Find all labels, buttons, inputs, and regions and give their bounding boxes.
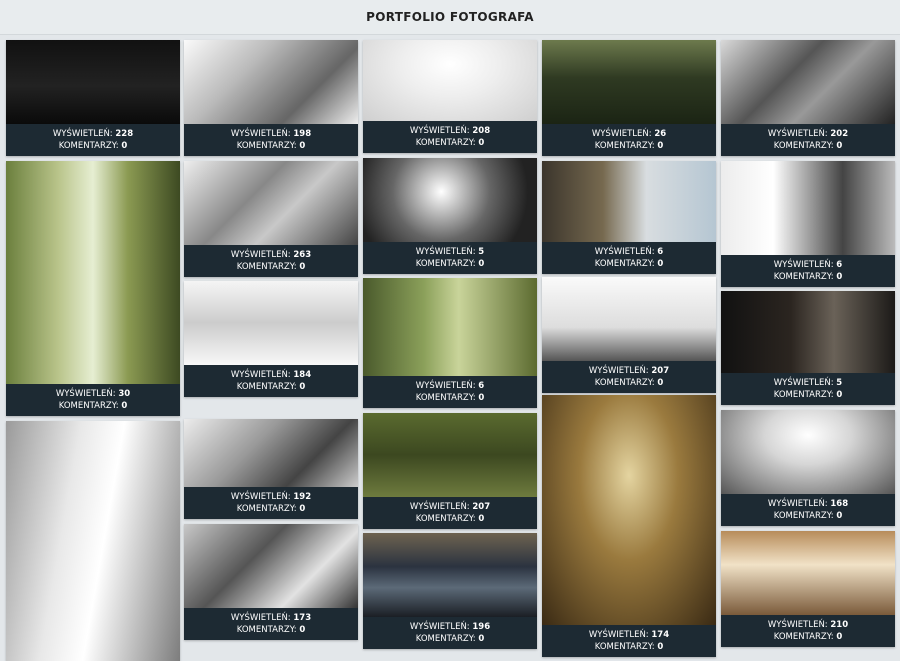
photo-stats: WYŚWIETLEŃ: 6 KOMENTARZY: 0: [721, 255, 895, 287]
photo-tile[interactable]: WYŚWIETLEŃ: 192 KOMENTARZY: 0: [184, 419, 358, 519]
photo-tile[interactable]: WYŚWIETLEŃ: 6 KOMENTARZY: 0: [363, 278, 537, 408]
photo-stats: WYŚWIETLEŃ: 198 KOMENTARZY: 0: [184, 124, 358, 156]
photo-stats: WYŚWIETLEŃ: 26 KOMENTARZY: 0: [542, 124, 716, 156]
photo-image: [363, 533, 537, 617]
photo-image: [184, 40, 358, 124]
photo-image: [363, 413, 537, 497]
photo-stats: WYŚWIETLEŃ: 207 KOMENTARZY: 0: [363, 497, 537, 529]
photo-stats: WYŚWIETLEŃ: 210 KOMENTARZY: 0: [721, 615, 895, 647]
photo-tile[interactable]: WYŚWIETLEŃ: 228 KOMENTARZY: 0: [6, 40, 180, 156]
photo-stats: WYŚWIETLEŃ: 6 KOMENTARZY: 0: [542, 242, 716, 274]
photo-tile[interactable]: WYŚWIETLEŃ: 5 KOMENTARZY: 0: [363, 158, 537, 274]
photo-image: [6, 40, 180, 124]
photo-image: [363, 158, 537, 242]
photo-tile[interactable]: WYŚWIETLEŃ: 210 KOMENTARZY: 0: [721, 531, 895, 647]
photo-image: [542, 395, 716, 625]
photo-stats: WYŚWIETLEŃ: 5 KOMENTARZY: 0: [721, 373, 895, 405]
photo-stats: WYŚWIETLEŃ: 174 KOMENTARZY: 0: [542, 625, 716, 657]
photo-stats: WYŚWIETLEŃ: 184 KOMENTARZY: 0: [184, 365, 358, 397]
photo-tile[interactable]: WYŚWIETLEŃ: 196 KOMENTARZY: 0: [363, 533, 537, 649]
photo-image: [542, 40, 716, 124]
photo-image: [184, 419, 358, 487]
photo-tile[interactable]: WYŚWIETLEŃ: 174 KOMENTARZY: 0: [542, 395, 716, 657]
photo-stats: WYŚWIETLEŃ: 173 KOMENTARZY: 0: [184, 608, 358, 640]
photo-stats: WYŚWIETLEŃ: 168 KOMENTARZY: 0: [721, 494, 895, 526]
photo-tile[interactable]: WYŚWIETLEŃ: 26 KOMENTARZY: 0: [542, 40, 716, 156]
photo-tile[interactable]: WYŚWIETLEŃ: 30 KOMENTARZY: 0: [6, 161, 180, 416]
photo-image: [184, 161, 358, 245]
portfolio-grid: WYŚWIETLEŃ: 228 KOMENTARZY: 0 WYŚWIETLEŃ…: [0, 0, 900, 661]
photo-tile[interactable]: WYŚWIETLEŃ: 208 KOMENTARZY: 0: [363, 40, 537, 153]
photo-image: [6, 161, 180, 384]
photo-tile[interactable]: WYŚWIETLEŃ: 202 KOMENTARZY: 0: [721, 40, 895, 156]
photo-stats: WYŚWIETLEŃ: 30 KOMENTARZY: 0: [6, 384, 180, 416]
photo-image: [721, 410, 895, 494]
photo-image: [542, 161, 716, 242]
photo-tile[interactable]: WYŚWIETLEŃ: 6 KOMENTARZY: 0: [721, 161, 895, 287]
photo-tile[interactable]: [6, 421, 180, 661]
photo-image: [6, 421, 180, 661]
photo-stats: WYŚWIETLEŃ: 6 KOMENTARZY: 0: [363, 376, 537, 408]
photo-stats: WYŚWIETLEŃ: 263 KOMENTARZY: 0: [184, 245, 358, 277]
photo-image: [542, 277, 716, 361]
photo-tile[interactable]: WYŚWIETLEŃ: 168 KOMENTARZY: 0: [721, 410, 895, 526]
photo-image: [363, 40, 537, 121]
photo-tile[interactable]: WYŚWIETLEŃ: 207 KOMENTARZY: 0: [542, 277, 716, 393]
photo-stats: WYŚWIETLEŃ: 202 KOMENTARZY: 0: [721, 124, 895, 156]
photo-stats: WYŚWIETLEŃ: 5 KOMENTARZY: 0: [363, 242, 537, 274]
photo-image: [184, 524, 358, 608]
photo-image: [721, 40, 895, 124]
photo-image: [363, 278, 537, 376]
photo-image: [721, 531, 895, 615]
photo-stats: WYŚWIETLEŃ: 228 KOMENTARZY: 0: [6, 124, 180, 156]
photo-image: [721, 161, 895, 255]
photo-tile[interactable]: WYŚWIETLEŃ: 198 KOMENTARZY: 0: [184, 40, 358, 156]
photo-stats: WYŚWIETLEŃ: 196 KOMENTARZY: 0: [363, 617, 537, 649]
photo-stats: WYŚWIETLEŃ: 192 KOMENTARZY: 0: [184, 487, 358, 519]
photo-tile[interactable]: WYŚWIETLEŃ: 263 KOMENTARZY: 0: [184, 161, 358, 277]
photo-tile[interactable]: WYŚWIETLEŃ: 173 KOMENTARZY: 0: [184, 524, 358, 640]
photo-stats: WYŚWIETLEŃ: 207 KOMENTARZY: 0: [542, 361, 716, 393]
photo-image: [184, 281, 358, 365]
photo-image: [721, 291, 895, 373]
photo-tile[interactable]: WYŚWIETLEŃ: 184 KOMENTARZY: 0: [184, 281, 358, 397]
photo-tile[interactable]: WYŚWIETLEŃ: 5 KOMENTARZY: 0: [721, 291, 895, 405]
photo-tile[interactable]: WYŚWIETLEŃ: 207 KOMENTARZY: 0: [363, 413, 537, 529]
photo-stats: WYŚWIETLEŃ: 208 KOMENTARZY: 0: [363, 121, 537, 153]
photo-tile[interactable]: WYŚWIETLEŃ: 6 KOMENTARZY: 0: [542, 161, 716, 274]
